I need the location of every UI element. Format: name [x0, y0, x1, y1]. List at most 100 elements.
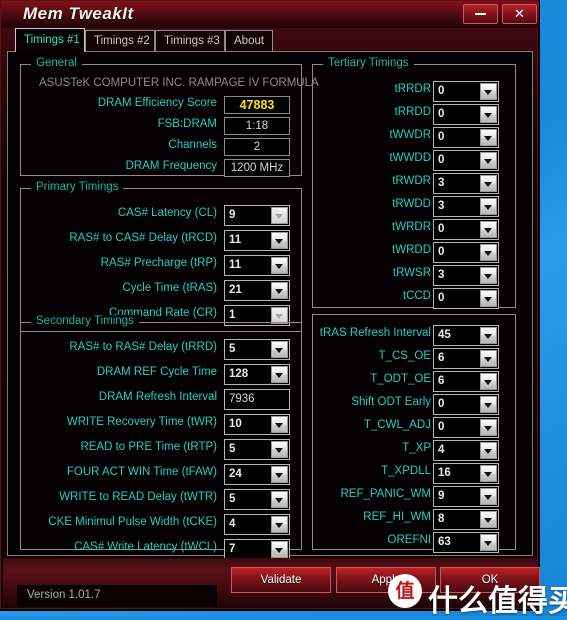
chevron-down-glyph — [275, 264, 283, 269]
misc-t-xpdll-label: T_XPDLL — [381, 465, 431, 477]
chevron-down-icon[interactable] — [480, 221, 497, 238]
misc-ref-hi-wm-combo[interactable]: 8 — [433, 509, 499, 530]
primary-trcd-combo[interactable]: 11 — [224, 230, 290, 251]
chevron-down-icon[interactable] — [480, 267, 497, 284]
tertiary-twrdr-label: tWRDR — [392, 221, 431, 233]
chevron-down-icon[interactable] — [480, 373, 497, 390]
tertiary-tccd-combo[interactable]: 0 — [433, 288, 499, 309]
tertiary-trwdr-label: tRWDR — [392, 175, 431, 187]
apply-button[interactable]: Apply — [336, 567, 436, 593]
chevron-down-icon[interactable] — [271, 207, 288, 224]
version-label: Version 1.01.7 — [17, 585, 217, 607]
chevron-down-icon[interactable] — [271, 491, 288, 508]
misc-t-odt-oe-combo[interactable]: 6 — [433, 371, 499, 392]
chevron-down-icon[interactable] — [271, 282, 288, 299]
secondary-tcke-combo[interactable]: 4 — [224, 514, 290, 535]
general-channels-box: 2 — [224, 138, 290, 156]
chevron-down-icon[interactable] — [480, 83, 497, 100]
validate-button[interactable]: Validate — [231, 567, 331, 593]
primary-cl-combo[interactable]: 9 — [224, 205, 290, 226]
minimize-button[interactable] — [463, 4, 498, 24]
tab-timings-1[interactable]: Timings #1 — [15, 28, 85, 52]
secondary-twcl-combo[interactable]: 7 — [224, 539, 290, 560]
chevron-down-icon[interactable] — [271, 516, 288, 533]
general-dram-frequency-box: 1200 MHz — [224, 159, 290, 177]
secondary-tfaw-combo[interactable]: 24 — [224, 464, 290, 485]
ok-button[interactable]: OK — [440, 567, 540, 593]
tertiary-trrdd-combo[interactable]: 0 — [433, 104, 499, 125]
chevron-down-icon[interactable] — [480, 327, 497, 344]
primary-tras-combo[interactable]: 21 — [224, 280, 290, 301]
secondary-dram-ref-cycle-time-combo[interactable]: 128 — [224, 364, 290, 385]
chevron-down-icon[interactable] — [480, 129, 497, 146]
chevron-down-glyph — [484, 380, 492, 385]
chevron-down-icon[interactable] — [271, 441, 288, 458]
tab-timings-3[interactable]: Timings #3 — [155, 30, 225, 51]
close-button[interactable]: ✕ — [502, 4, 537, 24]
misc-t-cwl-adj-combo[interactable]: 0 — [433, 417, 499, 438]
chevron-down-icon[interactable] — [480, 175, 497, 192]
tertiary-trwsr-combo[interactable]: 3 — [433, 265, 499, 286]
tab-about[interactable]: About — [225, 30, 273, 51]
misc-orefni-value: 63 — [438, 536, 451, 548]
chevron-down-icon[interactable] — [480, 534, 497, 551]
chevron-down-icon[interactable] — [480, 419, 497, 436]
misc-t-xpdll-combo[interactable]: 16 — [433, 463, 499, 484]
misc-orefni-combo[interactable]: 63 — [433, 532, 499, 553]
chevron-down-icon[interactable] — [480, 465, 497, 482]
secondary-dram-refresh-interval-input[interactable]: 7936 — [224, 389, 290, 410]
misc-ref-panic-wm-combo[interactable]: 9 — [433, 486, 499, 507]
chevron-down-glyph — [275, 314, 283, 319]
tertiary-twrdd-combo[interactable]: 0 — [433, 242, 499, 263]
tertiary-twrdr-combo[interactable]: 0 — [433, 219, 499, 240]
tertiary-twwdd-combo[interactable]: 0 — [433, 150, 499, 171]
misc-tras-refresh-interval-combo[interactable]: 45 — [433, 325, 499, 346]
chevron-down-icon[interactable] — [271, 232, 288, 249]
chevron-down-icon[interactable] — [271, 416, 288, 433]
chevron-down-icon[interactable] — [480, 198, 497, 215]
general-fsb-dram-box: 1:18 — [224, 117, 290, 135]
misc-t-xp-combo[interactable]: 4 — [433, 440, 499, 461]
primary-trcd-label: RAS# to CAS# Delay (tRCD) — [69, 232, 217, 244]
tertiary-trwdd-combo[interactable]: 3 — [433, 196, 499, 217]
tertiary-trrdd-label: tRRDD — [394, 106, 431, 118]
chevron-down-icon[interactable] — [480, 152, 497, 169]
secondary-trrd-combo[interactable]: 5 — [224, 339, 290, 360]
misc-t-cs-oe-combo[interactable]: 6 — [433, 348, 499, 369]
chevron-down-icon[interactable] — [480, 244, 497, 261]
chevron-down-icon[interactable] — [480, 290, 497, 307]
tab-timings-2[interactable]: Timings #2 — [85, 30, 155, 51]
tertiary-trwsr-label: tRWSR — [392, 267, 431, 279]
tertiary-trwdr-combo[interactable]: 3 — [433, 173, 499, 194]
general-channels-label: Channels — [168, 139, 217, 151]
chevron-down-icon[interactable] — [271, 257, 288, 274]
secondary-twtr-combo[interactable]: 5 — [224, 489, 290, 510]
chevron-down-icon[interactable] — [271, 466, 288, 483]
secondary-twcl-value: 7 — [229, 543, 236, 555]
tertiary-trwdr-value: 3 — [438, 177, 445, 189]
chevron-down-icon[interactable] — [480, 511, 497, 528]
misc-shift-odt-early-combo[interactable]: 0 — [433, 394, 499, 415]
secondary-twr-combo[interactable]: 10 — [224, 414, 290, 435]
tertiary-twwdr-combo[interactable]: 0 — [433, 127, 499, 148]
secondary-trrd-label: RAS# to RAS# Delay (tRRD) — [69, 341, 217, 353]
chevron-down-icon[interactable] — [480, 396, 497, 413]
chevron-down-icon[interactable] — [480, 106, 497, 123]
secondary-twcl-label: CAS# Write Latency (tWCL) — [74, 541, 217, 553]
secondary-dram-ref-cycle-time-label: DRAM REF Cycle Time — [96, 366, 217, 378]
tertiary-trrdr-combo[interactable]: 0 — [433, 81, 499, 102]
chevron-down-icon[interactable] — [480, 350, 497, 367]
secondary-twr-label: WRITE Recovery Time (tWR) — [66, 416, 217, 428]
tertiary-twwdr-value: 0 — [438, 131, 445, 143]
primary-trp-combo[interactable]: 11 — [224, 255, 290, 276]
tertiary-twrdd-label: tWRDD — [392, 244, 431, 256]
chevron-down-icon[interactable] — [271, 366, 288, 383]
secondary-trtp-combo[interactable]: 5 — [224, 439, 290, 460]
chevron-down-icon[interactable] — [271, 541, 288, 558]
chevron-down-icon[interactable] — [271, 341, 288, 358]
chevron-down-icon[interactable] — [480, 442, 497, 459]
misc-t-cwl-adj-label: T_CWL_ADJ — [363, 419, 431, 431]
chevron-down-icon[interactable] — [480, 488, 497, 505]
misc-shift-odt-early-value: 0 — [438, 398, 445, 410]
minimize-icon — [475, 13, 486, 15]
